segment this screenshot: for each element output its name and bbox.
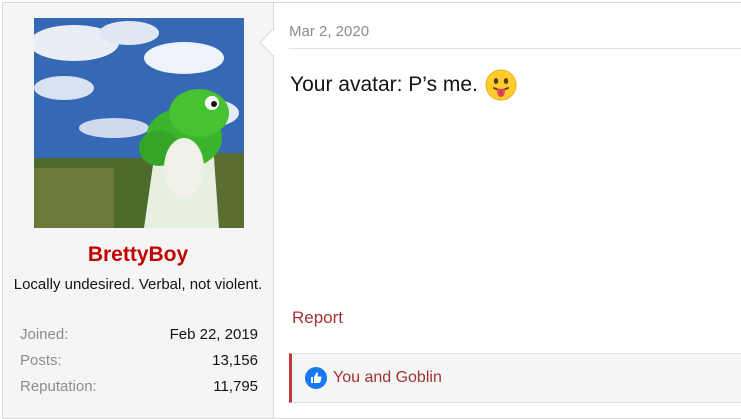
stat-label: Posts:	[20, 352, 62, 369]
post-main: Mar 2, 2020 Your avatar: P’s me. Report	[289, 3, 741, 418]
thumbs-up-icon	[305, 367, 327, 389]
post-date[interactable]: Mar 2, 2020	[289, 23, 369, 40]
stat-reputation: Reputation: 11,795	[20, 378, 258, 404]
forum-post: BrettyBoy Locally undesired. Verbal, not…	[2, 2, 741, 419]
post-message: Your avatar: P’s me.	[290, 69, 517, 101]
report-link[interactable]: Report	[292, 308, 343, 328]
user-avatar[interactable]	[34, 18, 244, 228]
tongue-face-icon	[485, 69, 517, 101]
stat-label: Joined:	[20, 326, 69, 343]
user-stats: Joined: Feb 22, 2019 Posts: 13,156 Reput…	[20, 326, 258, 404]
avatar-image	[34, 18, 244, 228]
username[interactable]: BrettyBoy	[3, 243, 273, 267]
reactions-bar: You and Goblin	[289, 353, 741, 403]
user-sidebar: BrettyBoy Locally undesired. Verbal, not…	[3, 3, 274, 418]
stat-posts: Posts: 13,156	[20, 352, 258, 378]
stat-label: Reputation:	[20, 378, 97, 395]
stat-value: 13,156	[212, 352, 258, 369]
reaction-users-link[interactable]: You and Goblin	[333, 369, 442, 387]
stat-joined: Joined: Feb 22, 2019	[20, 326, 258, 352]
message-text: Your avatar: P’s me.	[290, 73, 478, 96]
header-divider	[289, 48, 741, 49]
stat-value: Feb 22, 2019	[169, 326, 258, 343]
user-title: Locally undesired. Verbal, not violent.	[13, 276, 263, 293]
stat-value: 11,795	[213, 378, 258, 395]
